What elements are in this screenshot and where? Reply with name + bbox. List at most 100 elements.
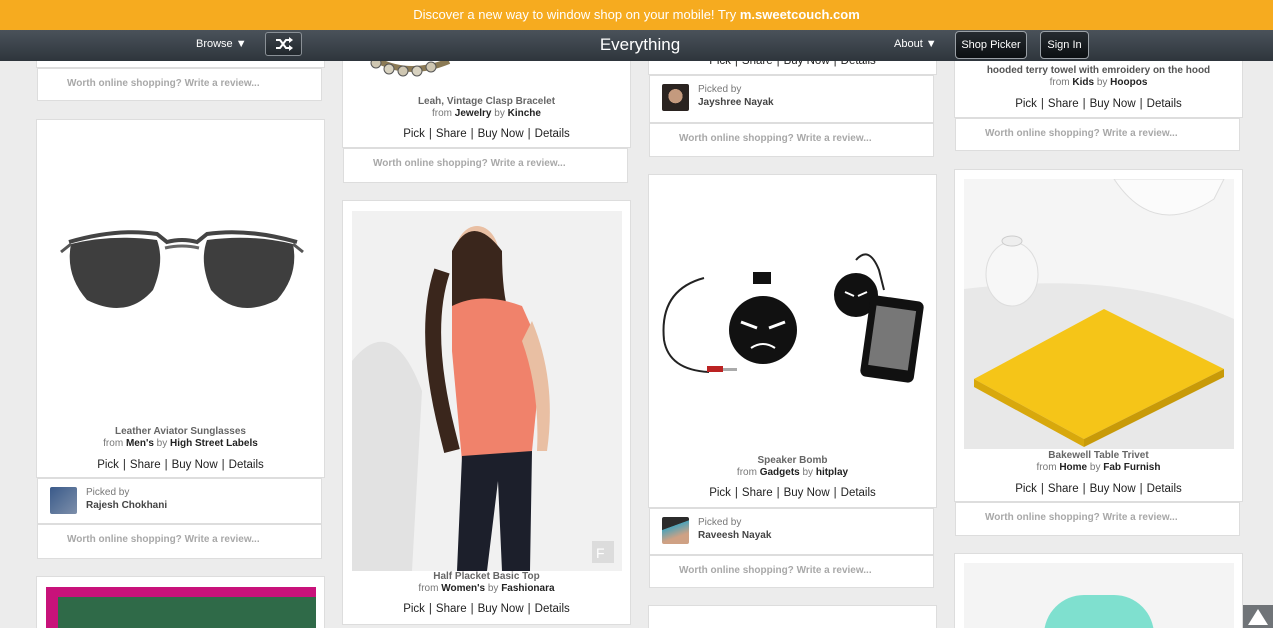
product-image-speaker[interactable] [659, 250, 929, 390]
pick-link[interactable]: Pick [1015, 98, 1037, 110]
about-menu[interactable]: About ▼ [894, 38, 937, 50]
store-link[interactable]: hitplay [816, 467, 848, 478]
category-link[interactable]: Home [1059, 462, 1087, 473]
review-prompt[interactable]: Worth online shopping? Write a review... [649, 123, 934, 157]
share-link[interactable]: Share [1048, 98, 1079, 110]
details-link[interactable]: Details [841, 487, 876, 499]
buy-now-link[interactable]: Buy Now [172, 459, 218, 471]
sign-in-button[interactable]: Sign In [1040, 31, 1089, 59]
browse-menu[interactable]: Browse ▼ [196, 38, 247, 50]
details-link[interactable]: Details [535, 603, 570, 615]
by-text: by [802, 467, 814, 478]
pick-link[interactable]: Pick [97, 459, 119, 471]
buy-now-link[interactable]: Buy Now [1090, 483, 1136, 495]
by-text: by [1096, 77, 1108, 88]
separator: | [1082, 98, 1086, 110]
separator: | [1040, 483, 1044, 495]
separator: | [734, 487, 738, 499]
product-image-trivet[interactable] [964, 179, 1234, 449]
category-link[interactable]: Gadgets [760, 467, 800, 478]
avatar[interactable] [50, 487, 77, 514]
separator: | [470, 128, 474, 140]
from-text: from [418, 583, 439, 594]
from-text: from [736, 467, 757, 478]
buy-now-link[interactable]: Buy Now [784, 487, 830, 499]
by-text: by [156, 438, 168, 449]
product-name[interactable]: hooded terry towel with emroidery on the… [955, 65, 1242, 76]
picked-by-label: Picked by [86, 487, 130, 498]
product-image-sunglasses[interactable] [57, 220, 307, 320]
category-link[interactable]: Women's [441, 583, 485, 594]
share-link[interactable]: Share [436, 603, 467, 615]
separator: | [1040, 98, 1044, 110]
separator: | [428, 128, 432, 140]
product-card: F Half Placket Basic Top from Women's by… [342, 200, 631, 625]
product-name[interactable]: Leather Aviator Sunglasses [37, 426, 324, 437]
buy-now-link[interactable]: Buy Now [478, 128, 524, 140]
product-image-partial[interactable] [964, 563, 1234, 628]
pick-link[interactable]: Pick [709, 487, 731, 499]
review-prompt[interactable]: Worth online shopping? Write a review... [343, 148, 628, 183]
product-name[interactable]: Leah, Vintage Clasp Bracelet [343, 96, 630, 107]
picker-name[interactable]: Rajesh Chokhani [86, 500, 167, 511]
buy-now-link[interactable]: Buy Now [1090, 98, 1136, 110]
pick-link[interactable]: Pick [403, 603, 425, 615]
separator: | [776, 487, 780, 499]
category-link[interactable]: Men's [126, 438, 154, 449]
store-link[interactable]: Fab Furnish [1103, 462, 1160, 473]
from-text: from [103, 438, 124, 449]
separator: | [1082, 483, 1086, 495]
avatar[interactable] [662, 84, 689, 111]
store-link[interactable]: High Street Labels [170, 438, 258, 449]
product-name[interactable]: Bakewell Table Trivet [955, 450, 1242, 461]
review-prompt[interactable]: Worth online shopping? Write a review... [37, 68, 322, 101]
product-card-partial [648, 605, 937, 628]
separator: | [527, 128, 531, 140]
category-link[interactable]: Kids [1072, 77, 1094, 88]
details-link[interactable]: Details [1147, 483, 1182, 495]
separator: | [122, 459, 126, 471]
product-image-top[interactable]: F [352, 211, 622, 571]
store-link[interactable]: Hoopos [1110, 77, 1147, 88]
pick-link[interactable]: Pick [1015, 483, 1037, 495]
share-link[interactable]: Share [1048, 483, 1079, 495]
product-card: Speaker Bomb from Gadgets by hitplay Pic… [648, 174, 937, 508]
svg-text:F: F [596, 545, 605, 561]
share-link[interactable]: Share [742, 487, 773, 499]
product-actions: Pick | Share | Buy Now | Details [343, 128, 630, 140]
product-source: from Home by Fab Furnish [955, 462, 1242, 473]
separator: | [1139, 98, 1143, 110]
details-link[interactable]: Details [1147, 98, 1182, 110]
share-link[interactable]: Share [436, 128, 467, 140]
promo-link[interactable]: m.sweetcouch.com [740, 7, 860, 22]
pick-link[interactable]: Pick [403, 128, 425, 140]
details-link[interactable]: Details [535, 128, 570, 140]
product-actions: Pick | Share | Buy Now | Details [649, 487, 936, 499]
shop-picker-button[interactable]: Shop Picker [955, 31, 1027, 59]
review-prompt[interactable]: Worth online shopping? Write a review... [955, 502, 1240, 536]
shuffle-button[interactable] [265, 32, 302, 56]
separator: | [1139, 483, 1143, 495]
buy-now-link[interactable]: Buy Now [478, 603, 524, 615]
store-link[interactable]: Fashionara [501, 583, 554, 594]
picker-name[interactable]: Jayshree Nayak [698, 97, 774, 108]
category-link[interactable]: Jewelry [455, 108, 492, 119]
product-card-partial [36, 576, 325, 628]
picker-name[interactable]: Raveesh Nayak [698, 530, 771, 541]
product-actions: Pick | Share | Buy Now | Details [955, 483, 1242, 495]
details-link[interactable]: Details [229, 459, 264, 471]
separator: | [527, 603, 531, 615]
promo-banner: Discover a new way to window shop on you… [0, 0, 1273, 30]
review-prompt[interactable]: Worth online shopping? Write a review... [955, 118, 1240, 151]
store-link[interactable]: Kinche [508, 108, 541, 119]
product-name[interactable]: Half Placket Basic Top [343, 571, 630, 582]
review-prompt[interactable]: Worth online shopping? Write a review... [37, 524, 322, 559]
avatar[interactable] [662, 517, 689, 544]
product-card: Bakewell Table Trivet from Home by Fab F… [954, 169, 1243, 502]
share-link[interactable]: Share [130, 459, 161, 471]
product-image-partial[interactable] [46, 587, 316, 628]
scroll-top-button[interactable] [1243, 605, 1273, 628]
review-prompt[interactable]: Worth online shopping? Write a review... [649, 555, 934, 588]
product-name[interactable]: Speaker Bomb [649, 455, 936, 466]
from-text: from [1049, 77, 1070, 88]
